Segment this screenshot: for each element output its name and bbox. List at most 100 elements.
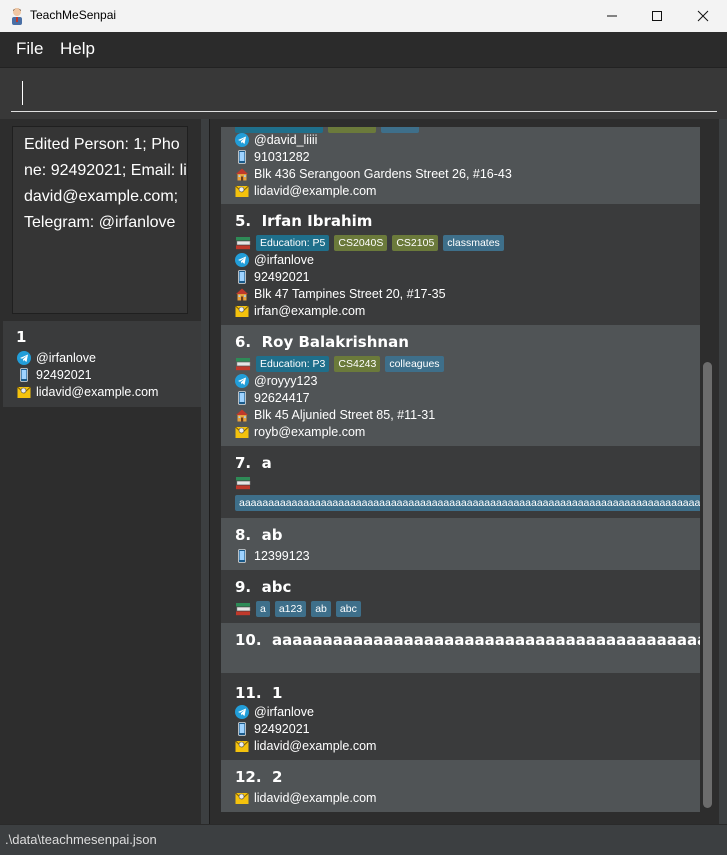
close-icon [697,10,709,22]
person-card-5[interactable]: 5. Irfan Ibrahim Education: P5 CS2040S C… [221,204,700,325]
selected-person-name: 1 [16,328,27,346]
tag [328,127,376,133]
tag-group: aaaaaaaaaaaaaaaaaaaaaaaaaaaaaaaaaaaaaaaa… [235,495,700,511]
person-card-6[interactable]: 6. Roy Balakrishnan Education: P3 CS4243… [221,325,700,446]
phone-number: 91031282 [254,150,310,164]
app-icon [12,8,22,25]
address-row: Blk 47 Tampines Street 20, #17-35 [235,287,446,301]
result-display: Edited Person: 1; Phone: 92492021; Email… [12,126,188,314]
selected-person-card[interactable]: 1 @irfanlove 92492021 lidavid@example.co… [3,321,201,407]
telegram-row: @irfanlove [235,253,314,267]
telegram-row: @irfanlove [235,705,314,719]
status-bar: .\data\teachmesenpai.json [0,824,727,855]
maximize-button[interactable] [634,0,680,32]
phone-icon [235,722,249,736]
email: lidavid@example.com [254,739,377,753]
text-cursor [22,81,23,105]
tag-education: Education: P3 [256,356,330,372]
telegram-icon [235,133,249,147]
address-icon [235,287,249,301]
person-name: 9. abc [235,578,292,596]
person-card-11[interactable]: 11. 1 @irfanlove 92492021 lidavid@exampl… [221,673,700,760]
person-name: 7. a [235,454,272,472]
phone-icon [17,368,31,382]
menu-file[interactable]: File [16,39,43,59]
selected-email: lidavid@example.com [36,385,159,399]
minimize-button[interactable] [589,0,635,32]
selected-phone: 92492021 [36,368,92,382]
phone-number: 12399123 [254,549,310,563]
address-icon [235,167,249,181]
phone-number: 92624417 [254,391,310,405]
selected-telegram: @irfanlove [36,351,96,365]
person-card-12[interactable]: 12. 2 lidavid@example.com [221,760,700,812]
email-icon [235,791,249,805]
tag-list: aaaaaaaaaaaaaaaaaaaaaaaaaaaaaaaaaaaaaaaa… [235,495,700,511]
telegram-handle: @irfanlove [254,253,314,267]
email: royb@example.com [254,425,366,439]
telegram-handle: @royyy123 [254,374,318,388]
phone-icon [235,150,249,164]
phone-icon [235,549,249,563]
window-title: TeachMeSenpai [30,8,117,22]
save-location: .\data\teachmesenpai.json [5,832,157,847]
phone-icon [235,391,249,405]
tag-list: Education: P3 CS4243 colleagues [235,356,444,372]
email-row: royb@example.com [235,425,365,439]
telegram-handle: @david_liiii [254,133,318,147]
phone-number: 92492021 [254,722,310,736]
person-card-9[interactable]: 9. abc a a123 ab abc [221,570,700,623]
telegram-icon [17,351,31,365]
close-button[interactable] [680,0,726,32]
menu-bar: File Help [0,32,727,68]
title-bar: TeachMeSenpai [0,0,727,32]
email-icon [17,385,31,399]
email-icon [235,304,249,318]
phone-row: 92492021 [235,722,310,736]
email-row: lidavid@example.com [235,739,376,753]
telegram-handle: @irfanlove [254,705,314,719]
address: Blk 45 Aljunied Street 85, #11-31 [254,408,436,422]
tag-group: a [256,601,270,617]
phone-row: 92492021 [235,270,310,284]
address-row: Blk 45 Aljunied Street 85, #11-31 [235,408,435,422]
person-card-7[interactable]: 7. a aaaaaaaaaaaaaaaaaaaaaaaaaaaaaaaaaaa… [221,446,700,518]
command-box[interactable] [0,68,727,119]
education-icon [235,236,251,250]
email-icon [235,184,249,198]
education-icon [235,357,251,371]
telegram-row: @royyy123 [235,374,317,388]
selected-phone-row: 92492021 [17,368,92,382]
tag-group: a123 [274,601,307,617]
phone-row: 92624417 [235,391,310,405]
email-row: lidavid@example.com [235,184,376,198]
person-name: 11. 1 [235,684,283,702]
person-card-10[interactable]: 10. aaaaaaaaaaaaaaaaaaaaaaaaaaaaaaaaaaaa… [221,623,700,673]
person-name: 8. ab [235,526,283,544]
tag [381,127,419,133]
telegram-icon [235,253,249,267]
telegram-icon [235,374,249,388]
person-list-panel[interactable]: @david_liiii 91031282 Blk 436 Serangoon … [209,119,719,824]
email: irfan@example.com [254,304,366,318]
education-icon [235,602,251,616]
phone-number: 92492021 [254,270,310,284]
tag-group: abc [335,601,361,617]
tag-education: Education: P5 [256,235,330,251]
phone-row: 12399123 [235,549,310,563]
selected-telegram-row: @irfanlove [17,351,96,365]
email-icon [235,739,249,753]
person-name: 10. aaaaaaaaaaaaaaaaaaaaaaaaaaaaaaaaaaaa… [235,631,700,649]
tag-group: classmates [443,235,504,251]
menu-help[interactable]: Help [60,39,95,59]
person-name: 6. Roy Balakrishnan [235,333,409,351]
email: lidavid@example.com [254,791,377,805]
person-card-4[interactable]: @david_liiii 91031282 Blk 436 Serangoon … [221,127,700,204]
tag-list: Education: P5 CS2040S CS2105 classmates [235,235,504,251]
telegram-row: @david_liiii [235,133,317,147]
person-card-8[interactable]: 8. ab 12399123 [221,518,700,570]
tag-group: ab [311,601,331,617]
list-scrollbar[interactable] [703,362,712,808]
tag-module: CS2105 [392,235,439,251]
telegram-icon [235,705,249,719]
